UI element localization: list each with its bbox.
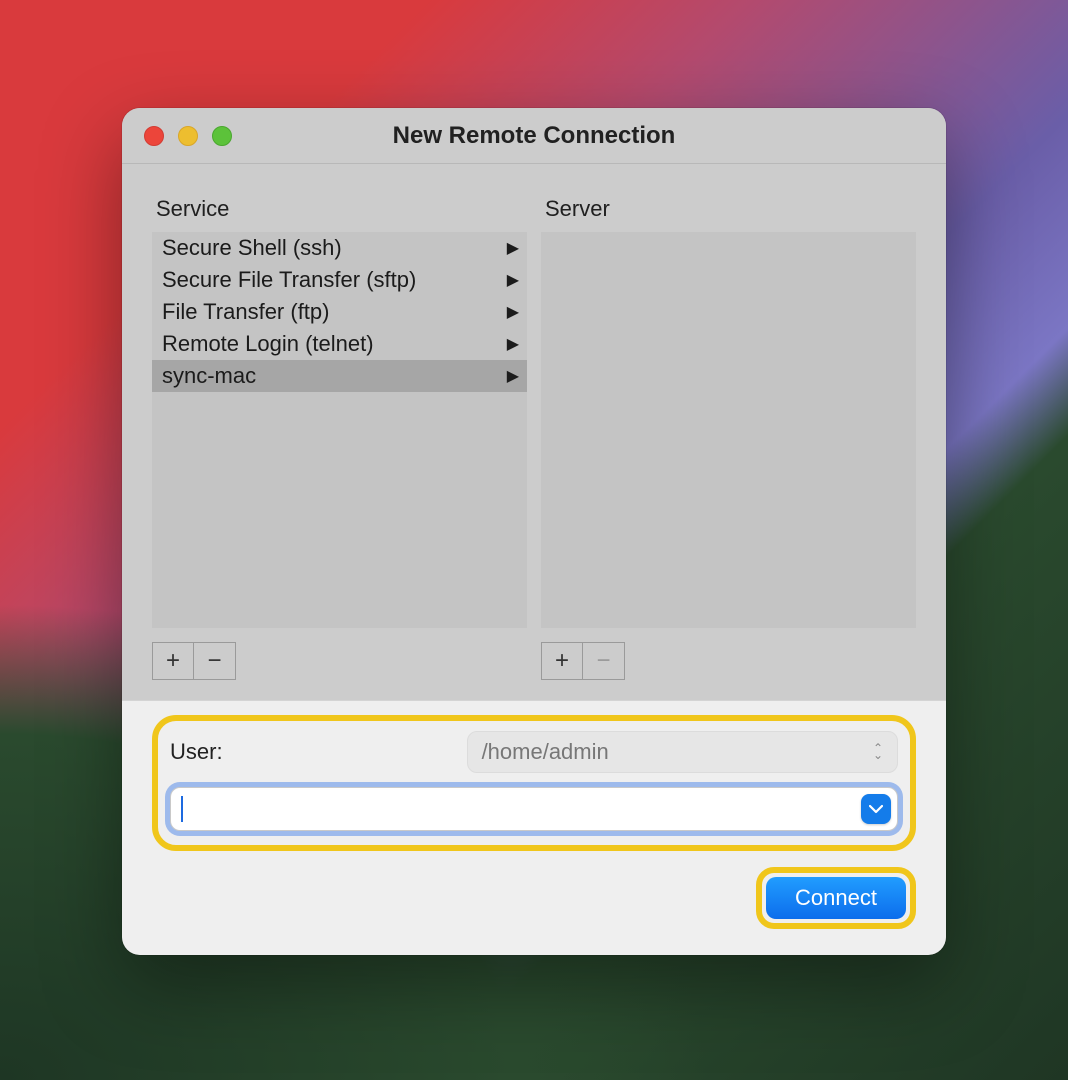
dialog-body: Service Secure Shell (ssh) ▶ Secure File… xyxy=(122,164,946,700)
path-value: /home/admin xyxy=(482,739,609,765)
connect-button[interactable]: Connect xyxy=(766,877,906,919)
chevron-right-icon: ▶ xyxy=(507,302,519,322)
chevron-right-icon: ▶ xyxy=(507,238,519,258)
stepper-icon: ⌃⌄ xyxy=(873,745,883,759)
chevron-down-icon xyxy=(869,804,883,814)
connection-combobox[interactable] xyxy=(170,787,898,831)
minus-icon: − xyxy=(596,647,610,675)
user-input[interactable] xyxy=(235,732,455,772)
minus-icon: − xyxy=(207,647,221,675)
remove-server-button: − xyxy=(583,642,625,680)
list-item-label: sync-mac xyxy=(162,363,256,389)
path-select[interactable]: /home/admin ⌃⌄ xyxy=(467,731,898,773)
close-icon[interactable] xyxy=(144,126,164,146)
plus-icon: + xyxy=(166,647,180,675)
remove-service-button[interactable]: − xyxy=(194,642,236,680)
service-listbox[interactable]: Secure Shell (ssh) ▶ Secure File Transfe… xyxy=(152,232,527,628)
titlebar: New Remote Connection xyxy=(122,108,946,164)
service-item-ftp[interactable]: File Transfer (ftp) ▶ xyxy=(152,296,527,328)
service-item-sftp[interactable]: Secure File Transfer (sftp) ▶ xyxy=(152,264,527,296)
list-item-label: File Transfer (ftp) xyxy=(162,299,329,325)
service-item-ssh[interactable]: Secure Shell (ssh) ▶ xyxy=(152,232,527,264)
minimize-icon[interactable] xyxy=(178,126,198,146)
dropdown-button[interactable] xyxy=(861,794,891,824)
window-title: New Remote Connection xyxy=(122,122,946,150)
chevron-right-icon: ▶ xyxy=(507,334,519,354)
zoom-icon[interactable] xyxy=(212,126,232,146)
add-service-button[interactable]: + xyxy=(152,642,194,680)
list-item-label: Remote Login (telnet) xyxy=(162,331,374,357)
service-label: Service xyxy=(152,196,527,222)
connect-label: Connect xyxy=(795,885,877,910)
dialog-window: New Remote Connection Service Secure She… xyxy=(122,108,946,955)
user-label: User: xyxy=(170,739,223,765)
bottom-panel: User: /home/admin ⌃⌄ xyxy=(122,700,946,955)
list-item-label: Secure Shell (ssh) xyxy=(162,235,342,261)
service-item-telnet[interactable]: Remote Login (telnet) ▶ xyxy=(152,328,527,360)
text-cursor xyxy=(181,796,183,822)
chevron-right-icon: ▶ xyxy=(507,270,519,290)
server-label: Server xyxy=(541,196,916,222)
highlight-user-section: User: /home/admin ⌃⌄ xyxy=(152,715,916,851)
add-server-button[interactable]: + xyxy=(541,642,583,680)
chevron-right-icon: ▶ xyxy=(507,366,519,386)
plus-icon: + xyxy=(555,647,569,675)
server-listbox[interactable] xyxy=(541,232,916,628)
service-item-sync-mac[interactable]: sync-mac ▶ xyxy=(152,360,527,392)
highlight-connect: Connect xyxy=(756,867,916,929)
list-item-label: Secure File Transfer (sftp) xyxy=(162,267,416,293)
